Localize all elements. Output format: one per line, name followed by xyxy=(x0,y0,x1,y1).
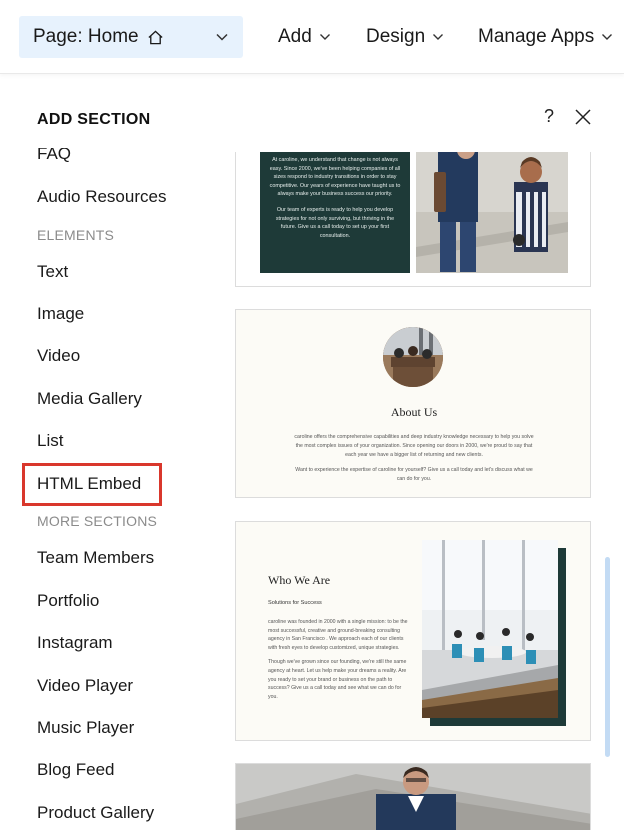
scrollbar-thumb[interactable] xyxy=(605,557,610,757)
menu-design-label: Design xyxy=(366,26,426,47)
page-selector-label: Page: Home xyxy=(33,26,139,47)
section-preview-about-us[interactable]: About Us caroline offers the comprehensi… xyxy=(235,309,591,498)
preview-text-card: At caroline, we understand that change i… xyxy=(260,152,410,273)
help-icon[interactable]: ? xyxy=(544,106,554,127)
top-bar: Page: Home Add Design Manage Apps xyxy=(0,0,624,74)
category-heading-elements: ELEMENTS xyxy=(37,227,115,243)
category-heading-more-sections: MORE SECTIONS xyxy=(37,513,158,529)
preview-paragraph: Want to experience the expertise of caro… xyxy=(295,467,533,482)
preview-body: caroline was founded in 2000 with a sing… xyxy=(268,618,408,701)
preview-title: About Us xyxy=(390,405,438,419)
list-item-team-members[interactable]: Team Members xyxy=(37,548,154,568)
chevron-down-icon xyxy=(216,33,228,41)
section-preview-team[interactable] xyxy=(235,763,591,830)
list-item-media-gallery[interactable]: Media Gallery xyxy=(37,389,142,409)
list-item-portfolio[interactable]: Portfolio xyxy=(37,591,99,611)
preview-subtitle: Solutions for Success xyxy=(268,600,322,606)
list-item-instagram[interactable]: Instagram xyxy=(37,633,113,653)
menu-add[interactable]: Add xyxy=(278,26,331,48)
menu-manage-apps-label: Manage Apps xyxy=(478,26,595,47)
list-item-blog-feed[interactable]: Blog Feed xyxy=(37,760,115,780)
preview-paragraph: caroline was founded in 2000 with a sing… xyxy=(268,619,408,651)
section-preview-who-we-are[interactable]: Who We Are Solutions for Success carolin… xyxy=(235,521,591,741)
close-icon[interactable] xyxy=(574,108,592,126)
chevron-down-icon xyxy=(602,34,613,40)
office-meeting-image xyxy=(422,540,566,726)
menu-manage-apps[interactable]: Manage Apps xyxy=(478,26,613,48)
preview-paragraph: Though we've grown since our founding, w… xyxy=(268,659,407,700)
list-item-list[interactable]: List xyxy=(37,431,63,451)
round-team-image xyxy=(383,327,443,387)
list-item-text[interactable]: Text xyxy=(37,262,68,282)
list-item-image[interactable]: Image xyxy=(37,304,84,324)
section-preview-about-split[interactable]: At caroline, we understand that change i… xyxy=(235,152,591,287)
business-people-image xyxy=(416,152,568,273)
menu-add-label: Add xyxy=(278,26,312,47)
list-item-music-player[interactable]: Music Player xyxy=(37,718,134,738)
chevron-down-icon xyxy=(433,34,444,40)
list-item-audio-resources[interactable]: Audio Resources xyxy=(37,187,166,207)
preview-body: caroline offers the comprehensive capabi… xyxy=(294,433,534,484)
preview-paragraph: At caroline, we understand that change i… xyxy=(269,157,401,198)
panel-title: ADD SECTION xyxy=(37,111,151,128)
businessman-image xyxy=(236,764,590,830)
chevron-down-icon xyxy=(319,34,330,40)
list-item-video-player[interactable]: Video Player xyxy=(37,676,133,696)
home-icon xyxy=(148,29,163,44)
list-item-product-gallery[interactable]: Product Gallery xyxy=(37,803,154,823)
list-item-faq[interactable]: FAQ xyxy=(37,148,71,164)
page-selector[interactable]: Page: Home xyxy=(19,16,243,58)
highlight-box xyxy=(22,463,162,506)
menu-design[interactable]: Design xyxy=(366,26,444,48)
preview-title: Who We Are xyxy=(268,573,331,587)
preview-paragraph: caroline offers the comprehensive capabi… xyxy=(294,434,534,458)
preview-paragraph: Our team of experts is ready to help you… xyxy=(275,206,395,239)
list-item-video[interactable]: Video xyxy=(37,346,80,366)
